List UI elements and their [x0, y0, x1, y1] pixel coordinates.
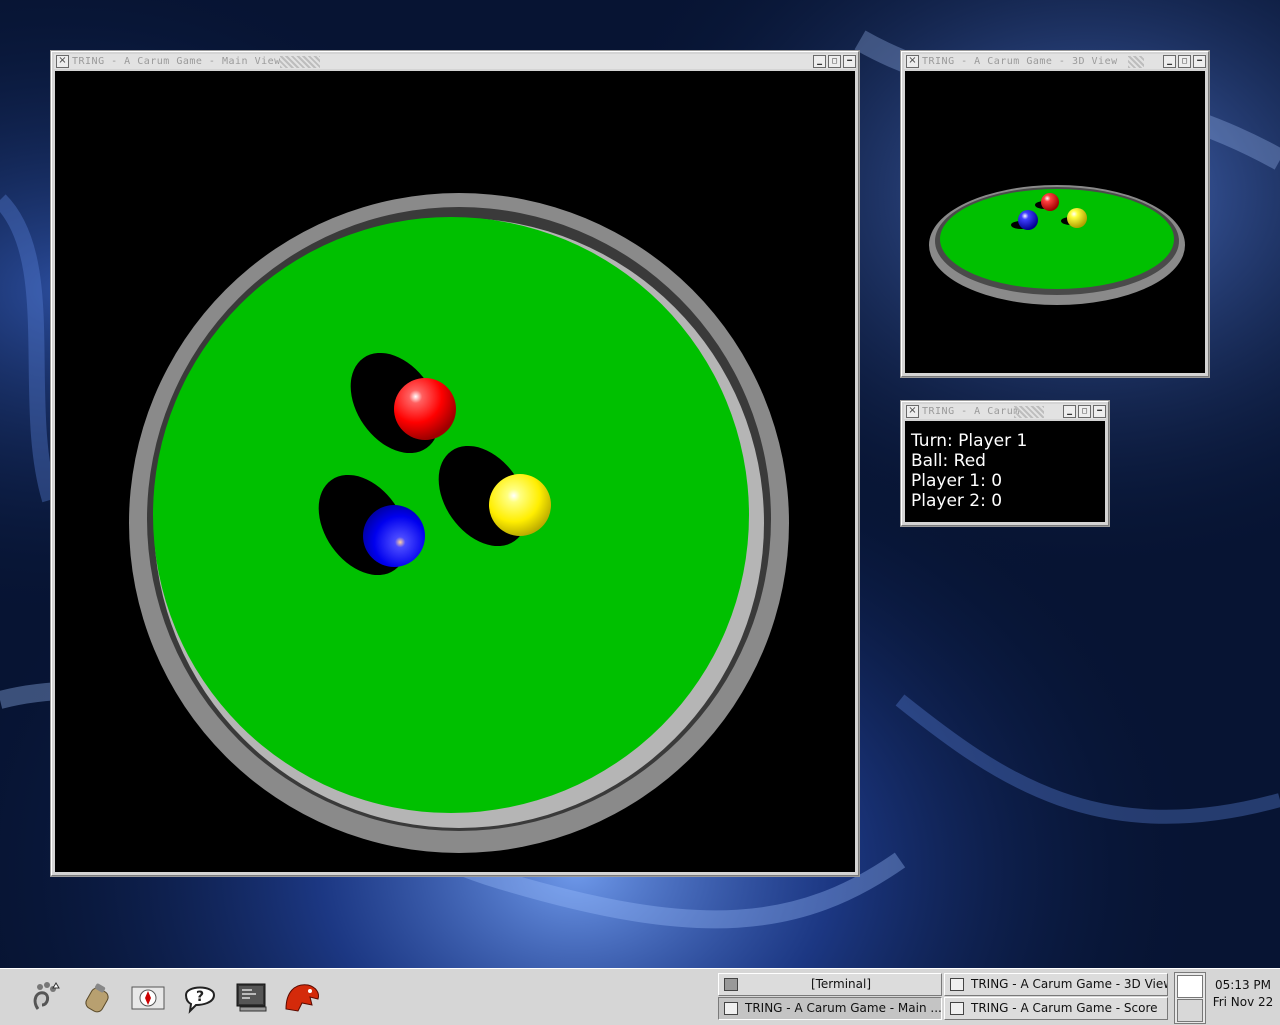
- workspace-2[interactable]: [1177, 999, 1203, 1022]
- turn-label: Turn: Player 1: [911, 431, 1028, 451]
- 3d-view-titlebar[interactable]: × TRING - A Carum Game - 3D View ▁ □ ━: [904, 54, 1206, 69]
- clock[interactable]: 05:13 PM Fri Nov 22: [1208, 977, 1278, 1011]
- ball-label: Ball: Red: [911, 451, 986, 471]
- clock-time: 05:13 PM: [1215, 978, 1271, 992]
- task-label: TRING - A Carum Game - Score: [971, 1001, 1158, 1015]
- red-ball[interactable]: [394, 378, 456, 440]
- workspace-pager[interactable]: [1174, 972, 1206, 1024]
- tasklist: [Terminal] TRING - A Carum Game - 3D Vie…: [716, 971, 1170, 1023]
- task-label: TRING - A Carum Game - 3D View: [971, 977, 1168, 991]
- minimize-button[interactable]: ▁: [813, 55, 826, 68]
- blue-ball: [1018, 210, 1038, 230]
- gnome-foot-icon[interactable]: [26, 977, 66, 1017]
- minimize-button[interactable]: ▁: [1063, 405, 1076, 418]
- mozilla-icon[interactable]: [282, 977, 322, 1017]
- maximize-button[interactable]: □: [1078, 405, 1091, 418]
- window-title: TRING - A Carum: [922, 406, 1020, 417]
- main-view-window[interactable]: × TRING - A Carum Game - Main View ▁ □ ━: [51, 51, 859, 876]
- main-view-titlebar[interactable]: × TRING - A Carum Game - Main View ▁ □ ━: [54, 54, 856, 69]
- help-icon[interactable]: ?: [180, 977, 220, 1017]
- close-icon[interactable]: ×: [906, 405, 919, 418]
- titlebar-grip: [1014, 406, 1044, 418]
- task-tring-score[interactable]: TRING - A Carum Game - Score: [944, 997, 1168, 1020]
- close-icon[interactable]: ×: [906, 55, 919, 68]
- workspace-1[interactable]: [1177, 975, 1203, 998]
- 3d-view-window[interactable]: × TRING - A Carum Game - 3D View ▁ □ ━: [901, 51, 1209, 377]
- terminal-icon: [724, 978, 738, 991]
- minimize-button[interactable]: ▁: [1163, 55, 1176, 68]
- 3d-view-canvas[interactable]: [905, 71, 1205, 373]
- window-icon: [724, 1002, 738, 1015]
- red-ball: [1041, 193, 1059, 211]
- window-title: TRING - A Carum Game - 3D View: [922, 56, 1118, 67]
- terminal-icon[interactable]: [232, 977, 272, 1017]
- titlebar-grip: [1128, 56, 1144, 68]
- carum-table-3d-view[interactable]: [905, 71, 1205, 373]
- shade-button[interactable]: ━: [843, 55, 856, 68]
- blue-ball[interactable]: [363, 505, 425, 567]
- task-label: TRING - A Carum Game - Main ...: [745, 1001, 942, 1015]
- clock-date: Fri Nov 22: [1212, 995, 1274, 1009]
- maximize-button[interactable]: □: [1178, 55, 1191, 68]
- window-icon: [950, 978, 964, 991]
- yellow-ball: [1067, 208, 1087, 228]
- player2-score: Player 2: 0: [911, 491, 1003, 511]
- close-icon[interactable]: ×: [56, 55, 69, 68]
- gnome-panel: ? [Terminal] TRING - A Carum Game - 3D V…: [0, 968, 1280, 1025]
- task-tring-main-view[interactable]: TRING - A Carum Game - Main ...: [718, 997, 942, 1020]
- task-terminal[interactable]: [Terminal]: [718, 973, 942, 996]
- titlebar-grip: [280, 56, 320, 68]
- task-tring-3d-view[interactable]: TRING - A Carum Game - 3D View: [944, 973, 1168, 996]
- maximize-button[interactable]: □: [828, 55, 841, 68]
- window-icon: [950, 1002, 964, 1015]
- yellow-ball[interactable]: [489, 474, 551, 536]
- score-panel: Turn: Player 1 Ball: Red Player 1: 0 Pla…: [905, 421, 1105, 522]
- cleaner-icon[interactable]: [78, 977, 118, 1017]
- score-window[interactable]: × TRING - A Carum ▁ □ ━ Turn: Player 1 B…: [901, 401, 1109, 526]
- compass-icon[interactable]: [128, 977, 168, 1017]
- carum-table-top-view[interactable]: [55, 71, 855, 872]
- player1-score: Player 1: 0: [911, 471, 1003, 491]
- task-label: [Terminal]: [810, 977, 872, 991]
- shade-button[interactable]: ━: [1093, 405, 1106, 418]
- main-view-canvas[interactable]: [55, 71, 855, 872]
- window-title: TRING - A Carum Game - Main View: [72, 56, 281, 67]
- shade-button[interactable]: ━: [1193, 55, 1206, 68]
- svg-text:?: ?: [196, 989, 204, 1005]
- score-titlebar[interactable]: × TRING - A Carum ▁ □ ━: [904, 404, 1106, 419]
